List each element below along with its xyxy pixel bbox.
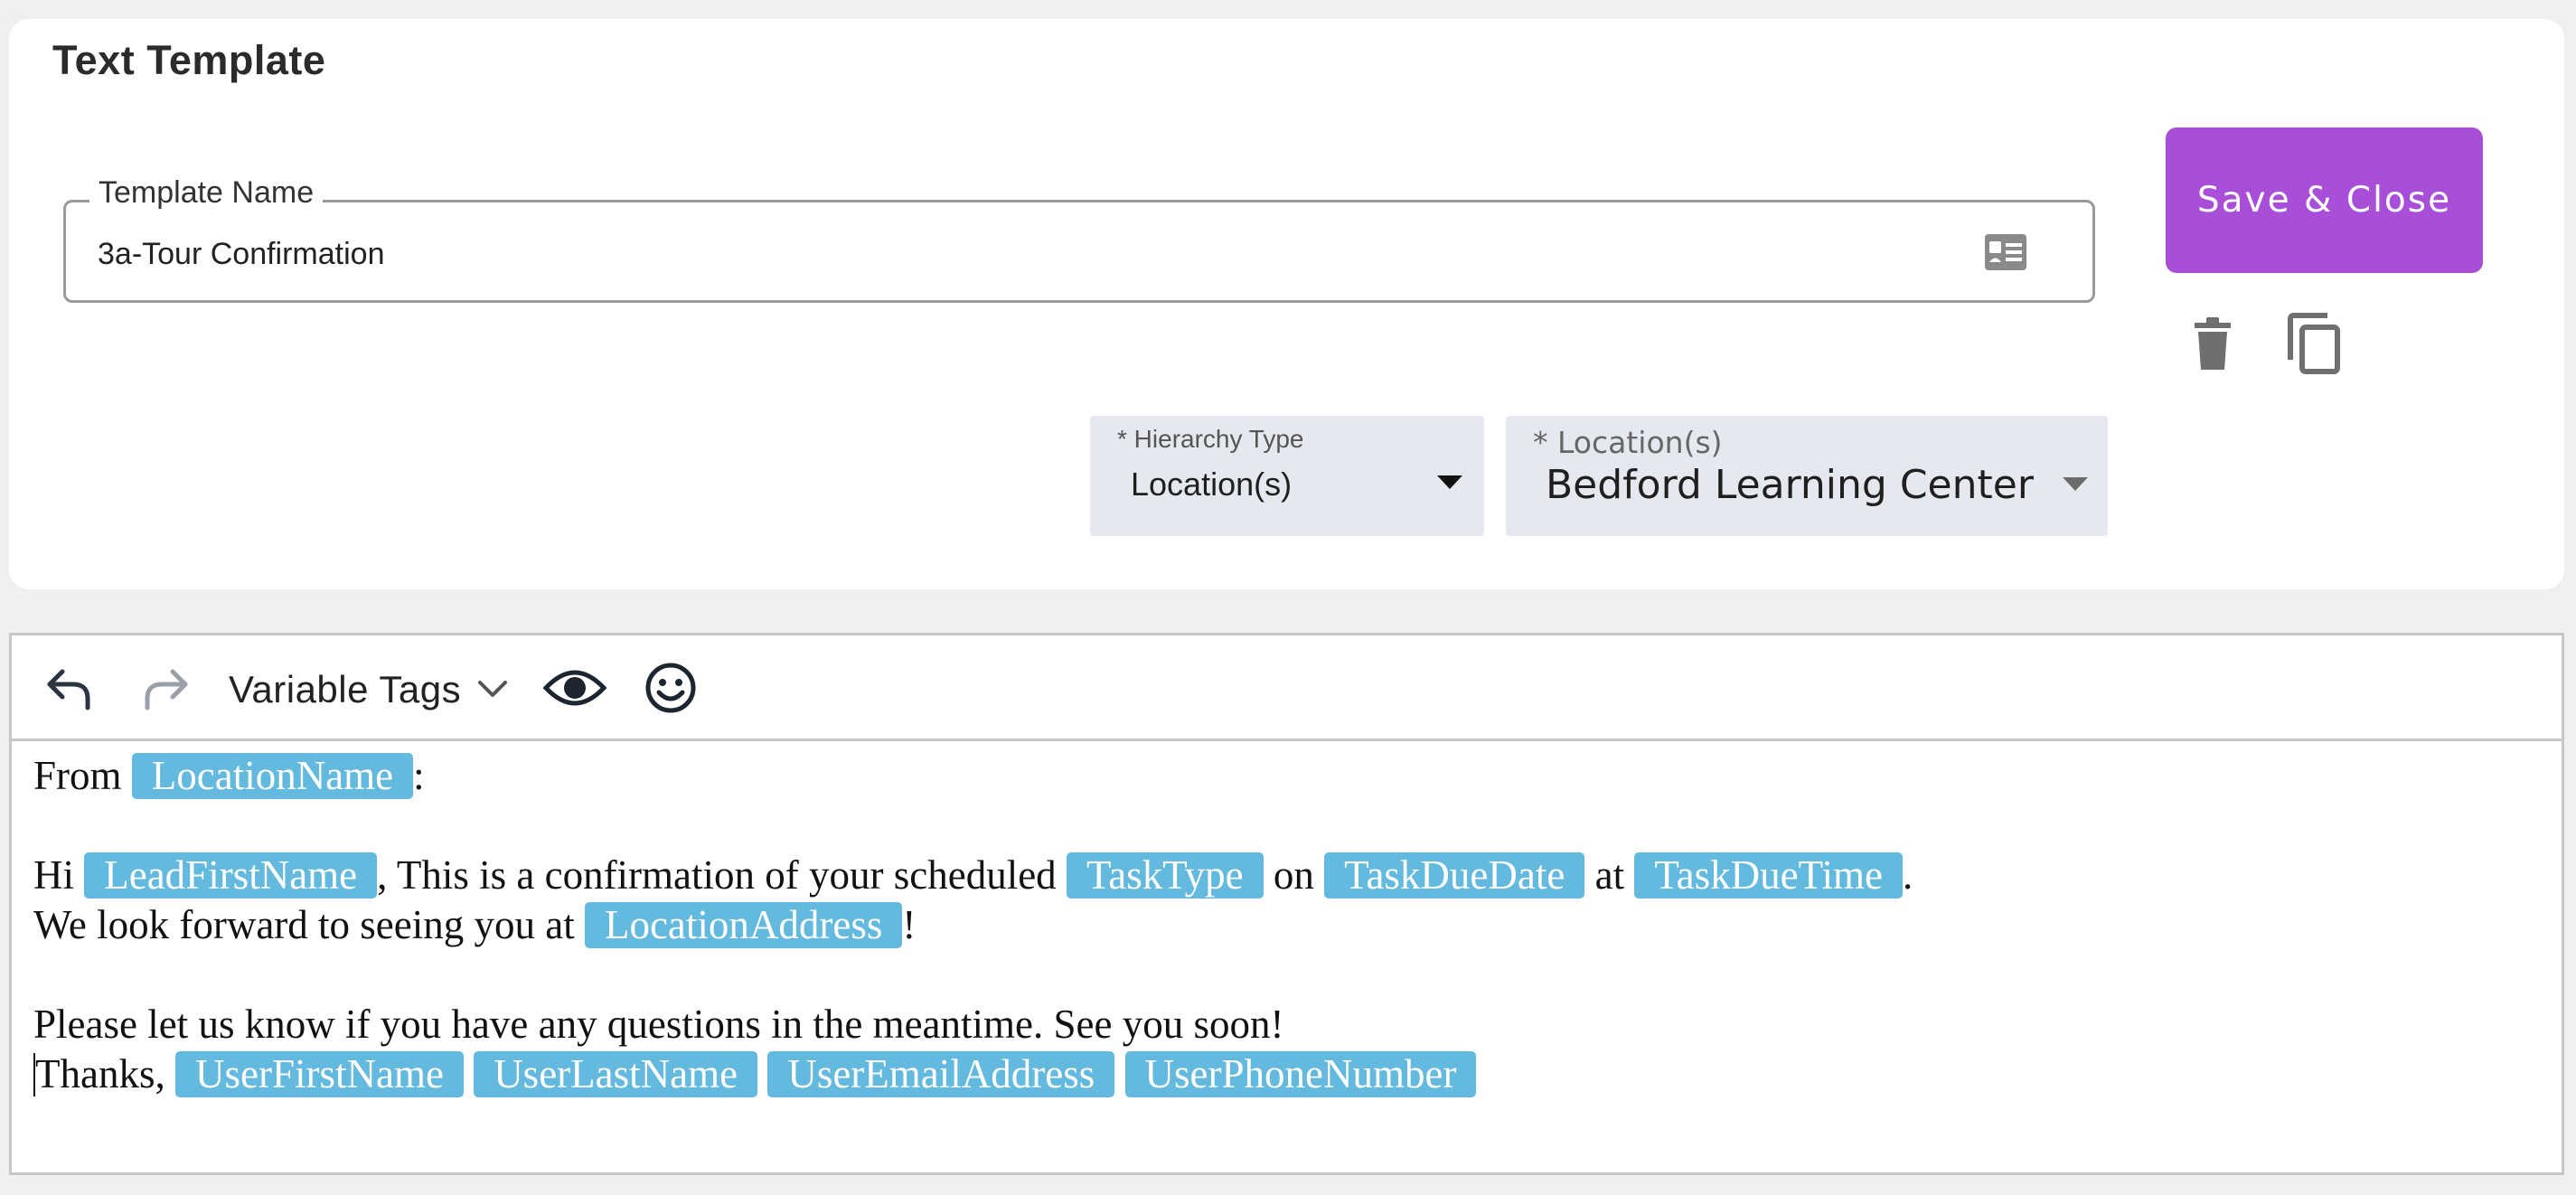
locations-value: Bedford Learning Center xyxy=(1546,462,2034,508)
text-segment: Please let us know if you have any quest… xyxy=(33,1002,1284,1047)
editor-toolbar: Variable Tags xyxy=(12,635,2562,741)
eye-icon[interactable] xyxy=(543,663,606,713)
variable-tag[interactable]: UserFirstName xyxy=(174,1051,464,1097)
text-segment: . xyxy=(1903,852,1913,898)
content-line: We look forward to seeing you at Locatio… xyxy=(33,900,2543,950)
content-line: Hi LeadFirstName, This is a confirmation… xyxy=(33,851,2543,900)
template-name-value[interactable]: 3a-Tour Confirmation xyxy=(98,237,384,272)
template-settings-card: Text Template Template Name 3a-Tour Conf… xyxy=(9,19,2564,589)
variable-tag[interactable]: LocationName xyxy=(131,753,414,799)
variable-tag[interactable]: TaskType xyxy=(1066,852,1264,899)
hierarchy-type-select[interactable]: * Hierarchy Type Location(s) xyxy=(1090,416,1484,536)
caret-down-icon xyxy=(1437,475,1462,489)
hierarchy-type-label: * Hierarchy Type xyxy=(1117,425,1304,453)
caret-down-icon xyxy=(2063,477,2088,491)
chevron-down-icon xyxy=(478,681,508,697)
hierarchy-type-value: Location(s) xyxy=(1131,466,1293,503)
page-title: Text Template xyxy=(52,37,326,83)
save-close-button[interactable]: Save & Close xyxy=(2166,127,2483,273)
variable-tags-dropdown[interactable]: Variable Tags xyxy=(229,663,508,717)
trash-icon[interactable] xyxy=(2191,317,2234,372)
text-segment: , This is a confirmation of your schedul… xyxy=(377,852,1057,898)
variable-tag[interactable]: UserLastName xyxy=(474,1051,758,1097)
text-segment: : xyxy=(413,753,425,798)
copy-icon[interactable] xyxy=(2285,312,2343,375)
text-segment: We look forward to seeing you at xyxy=(33,902,575,947)
content-line: Please let us know if you have any quest… xyxy=(33,1000,2543,1049)
contact-card-icon xyxy=(1985,234,2026,270)
variable-tags-label: Variable Tags xyxy=(229,668,462,710)
text-segment: From xyxy=(33,753,122,798)
text-segment: on xyxy=(1273,852,1314,898)
editor-content[interactable]: From LocationName: Hi LeadFirstName, Thi… xyxy=(33,751,2543,1099)
locations-label: * Location(s) xyxy=(1533,425,1723,460)
message-editor[interactable]: Variable Tags From LocationName: Hi Lead… xyxy=(9,633,2564,1175)
text-segment: ! xyxy=(902,902,917,947)
redo-icon[interactable] xyxy=(138,661,193,715)
text-segment: Hi xyxy=(33,852,74,898)
variable-tag[interactable]: LeadFirstName xyxy=(84,852,378,899)
variable-tag[interactable]: TaskDueTime xyxy=(1634,852,1904,899)
template-name-field[interactable]: Template Name 3a-Tour Confirmation xyxy=(63,175,2095,303)
smiley-icon[interactable] xyxy=(644,662,697,714)
locations-select[interactable]: * Location(s) Bedford Learning Center xyxy=(1506,416,2108,536)
variable-tag[interactable]: UserPhoneNumber xyxy=(1124,1051,1477,1097)
undo-icon[interactable] xyxy=(42,661,97,715)
template-name-label: Template Name xyxy=(89,175,324,211)
content-line: From LocationName: xyxy=(33,751,2543,801)
variable-tag[interactable]: UserEmailAddress xyxy=(767,1051,1115,1097)
content-line: Thanks, UserFirstName UserLastName UserE… xyxy=(33,1049,2543,1099)
text-segment: at xyxy=(1594,852,1625,898)
variable-tag[interactable]: LocationAddress xyxy=(584,902,903,948)
variable-tag[interactable]: TaskDueDate xyxy=(1324,852,1585,899)
text-segment: Thanks, xyxy=(35,1051,165,1096)
